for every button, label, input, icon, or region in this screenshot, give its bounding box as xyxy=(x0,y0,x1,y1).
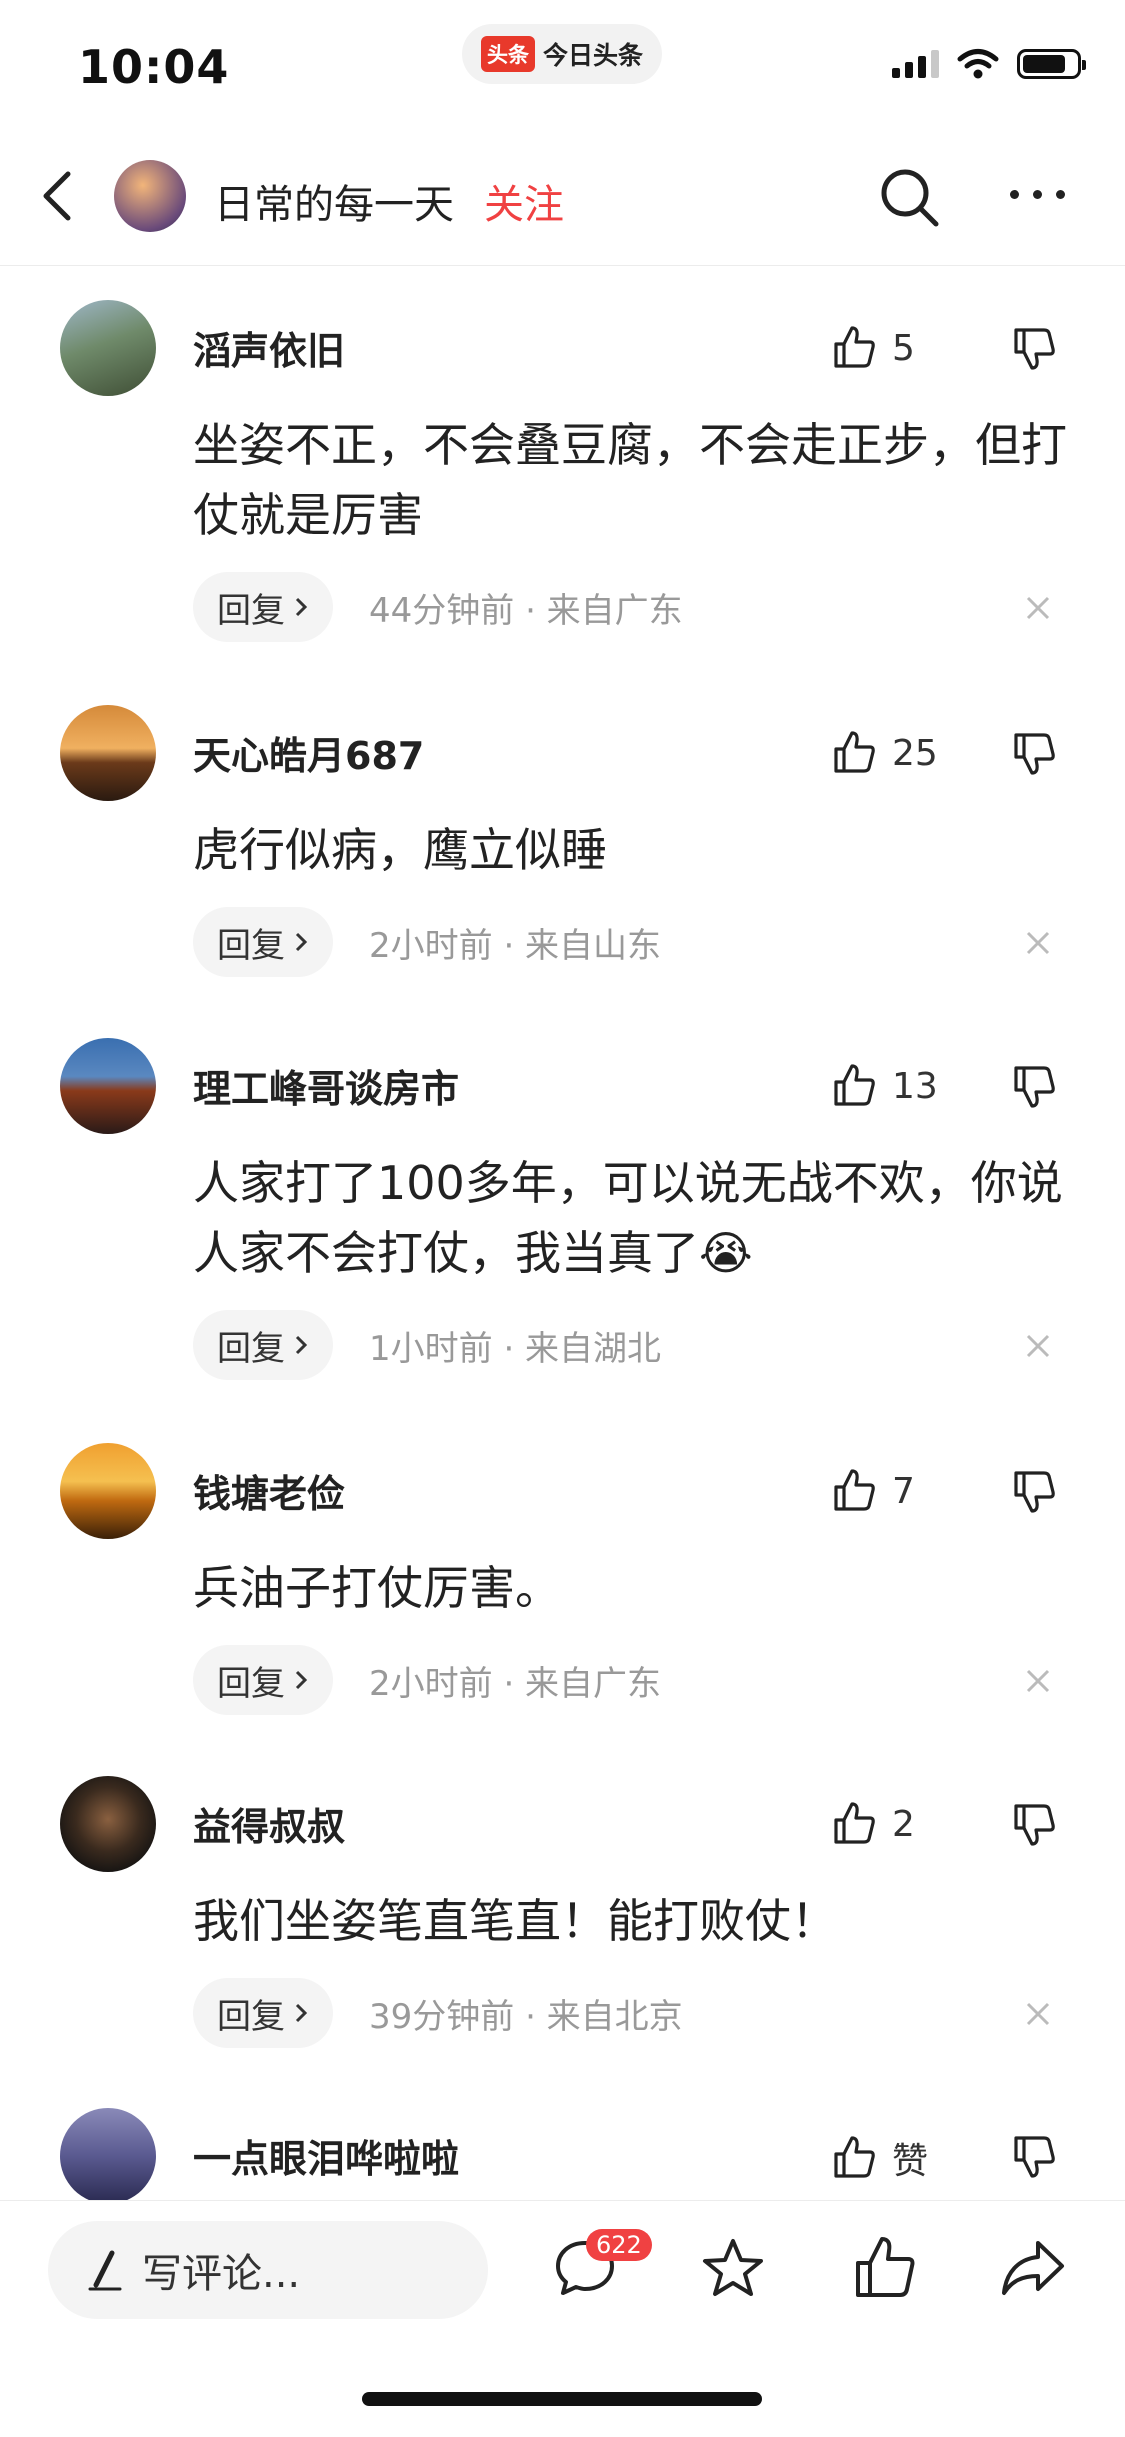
comment-username[interactable]: 一点眼泪哗啦啦 xyxy=(193,2128,459,2183)
reply-label: 回复 xyxy=(217,925,285,966)
comment-text: 人家打了100多年，可以说无战不欢，你说人家不会打仗，我当真了😭 xyxy=(193,1156,1063,1280)
thumbs-down-icon[interactable] xyxy=(1010,1467,1058,1515)
battery-icon xyxy=(1017,49,1086,79)
like-count: 7 xyxy=(892,1470,915,1512)
thumbs-up-icon xyxy=(834,1802,875,1844)
reply-label: 回复 xyxy=(217,590,285,631)
comment-count-badge: 622 xyxy=(586,2229,652,2261)
close-icon[interactable] xyxy=(1018,1661,1058,1701)
article-header: 日常的每一天 关注 xyxy=(0,130,1125,266)
comment-meta: 2小时前 · 来自山东 xyxy=(369,925,662,966)
pen-icon xyxy=(88,2250,122,2291)
app-logo: 头条 xyxy=(480,36,535,72)
thumbs-up-icon xyxy=(834,326,875,368)
status-bar: 10:04 头条 今日头条 xyxy=(0,0,1125,130)
like-count: 赞 xyxy=(892,2141,929,2182)
user-avatar[interactable] xyxy=(60,1443,156,1539)
chevron-right-icon xyxy=(295,597,308,617)
like-count: 25 xyxy=(892,732,938,774)
wifi-icon xyxy=(957,49,999,79)
system-icons xyxy=(892,48,1086,80)
like-button[interactable]: 25 xyxy=(830,729,938,777)
reply-label: 回复 xyxy=(217,1328,285,1369)
comment-meta: 1小时前 · 来自湖北 xyxy=(369,1328,662,1369)
chevron-right-icon xyxy=(295,1670,308,1690)
thumbs-down-icon[interactable] xyxy=(1010,1062,1058,1110)
reply-button[interactable]: 回复 xyxy=(193,907,333,977)
like-count: 13 xyxy=(892,1065,938,1107)
reply-button[interactable]: 回复 xyxy=(193,1645,333,1715)
chevron-right-icon xyxy=(295,2003,308,2023)
status-time: 10:04 xyxy=(78,40,230,94)
close-icon[interactable] xyxy=(1018,588,1058,628)
like-button[interactable]: 7 xyxy=(830,1467,915,1515)
follow-button[interactable]: 关注 xyxy=(484,172,564,230)
comment-username[interactable]: 钱塘老俭 xyxy=(193,1463,345,1518)
write-comment-placeholder: 写评论... xyxy=(142,2251,301,2297)
user-avatar[interactable] xyxy=(60,1776,156,1872)
comment-meta: 2小时前 · 来自广东 xyxy=(369,1663,662,1704)
reply-button[interactable]: 回复 xyxy=(193,1310,333,1380)
like-count: 5 xyxy=(892,327,915,369)
share-icon[interactable] xyxy=(998,2233,1068,2303)
thumbs-up-icon xyxy=(834,731,875,773)
close-icon[interactable] xyxy=(1018,923,1058,963)
comment-text: 虎行似病，鹰立似睡 xyxy=(193,823,607,877)
like-button[interactable]: 13 xyxy=(830,1062,938,1110)
back-icon[interactable] xyxy=(34,166,84,226)
thumbs-up-icon xyxy=(834,1064,875,1106)
app-name: 今日头条 xyxy=(542,41,643,70)
close-icon[interactable] xyxy=(1018,1994,1058,2034)
write-comment-input[interactable]: 写评论... xyxy=(48,2221,488,2319)
search-icon[interactable] xyxy=(876,164,942,230)
home-indicator xyxy=(362,2392,762,2406)
star-icon[interactable] xyxy=(698,2233,768,2303)
comment-username[interactable]: 益得叔叔 xyxy=(193,1796,345,1851)
user-avatar[interactable] xyxy=(60,300,156,396)
like-count: 2 xyxy=(892,1803,915,1845)
chevron-right-icon xyxy=(295,932,308,952)
user-avatar[interactable] xyxy=(60,2108,156,2204)
account-avatar[interactable] xyxy=(114,160,186,232)
user-avatar[interactable] xyxy=(60,705,156,801)
reply-button[interactable]: 回复 xyxy=(193,1978,333,2048)
user-avatar[interactable] xyxy=(60,1038,156,1134)
thumbs-down-icon[interactable] xyxy=(1010,2132,1058,2180)
signal-icon xyxy=(892,50,939,78)
close-icon[interactable] xyxy=(1018,1326,1058,1366)
thumbs-down-icon[interactable] xyxy=(1010,324,1058,372)
comment-username[interactable]: 滔声依旧 xyxy=(193,320,345,375)
account-name[interactable]: 日常的每一天 xyxy=(214,172,454,230)
chevron-right-icon xyxy=(295,1335,308,1355)
comment-username[interactable]: 理工峰哥谈房市 xyxy=(193,1058,459,1113)
comment-text: 兵油子打仗厉害。 xyxy=(193,1561,561,1615)
comment-username[interactable]: 天心皓月687 xyxy=(193,725,424,780)
thumbs-down-icon[interactable] xyxy=(1010,1800,1058,1848)
comment-text: 我们坐姿笔直笔直！能打败仗！ xyxy=(193,1894,837,1948)
more-icon[interactable] xyxy=(1010,190,1065,199)
reply-label: 回复 xyxy=(217,1996,285,2037)
thumbs-up-icon[interactable] xyxy=(850,2233,920,2303)
reply-button[interactable]: 回复 xyxy=(193,572,333,642)
thumbs-up-icon xyxy=(834,2136,875,2178)
thumbs-up-icon xyxy=(834,1469,875,1511)
comment-meta: 39分钟前 · 来自北京 xyxy=(369,1996,683,2037)
thumbs-down-icon[interactable] xyxy=(1010,729,1058,777)
reply-label: 回复 xyxy=(217,1663,285,1704)
like-button[interactable]: 赞 xyxy=(830,2132,928,2184)
like-button[interactable]: 2 xyxy=(830,1800,915,1848)
comment-text: 坐姿不正，不会叠豆腐，不会走正步，但打仗就是厉害 xyxy=(193,418,1067,542)
app-indicator[interactable]: 头条 今日头条 xyxy=(462,24,662,84)
like-button[interactable]: 5 xyxy=(830,324,915,372)
comment-meta: 44分钟前 · 来自广东 xyxy=(369,590,683,631)
